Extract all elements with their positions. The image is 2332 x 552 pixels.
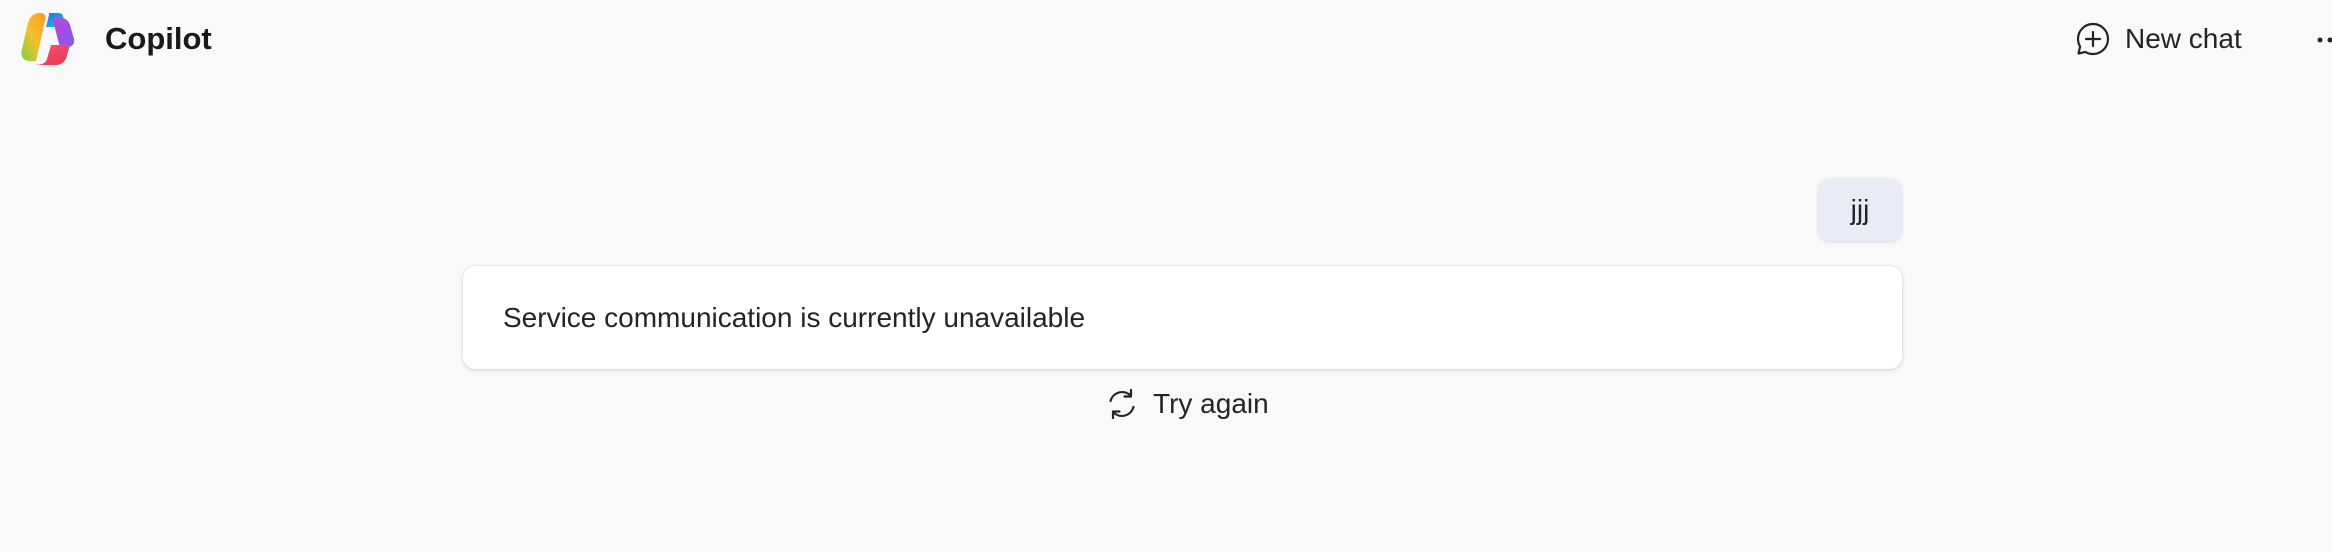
user-message-bubble: jjj [1818,178,1902,241]
error-message-card: Service communication is currently unava… [463,266,1902,369]
refresh-icon [1105,387,1139,421]
top-bar: Copilot New chat [0,0,2332,78]
more-options-icon[interactable] [2316,20,2332,60]
app-title: Copilot [105,21,212,56]
copilot-logo-icon[interactable] [18,9,78,69]
new-chat-button[interactable]: New chat [2075,17,2242,61]
chat-add-icon [2075,21,2111,57]
try-again-button[interactable]: Try again [1105,382,1269,426]
user-message-text: jjj [1850,193,1870,225]
try-again-label: Try again [1153,388,1269,419]
error-message-text: Service communication is currently unava… [503,301,1086,333]
new-chat-label: New chat [2125,23,2242,54]
